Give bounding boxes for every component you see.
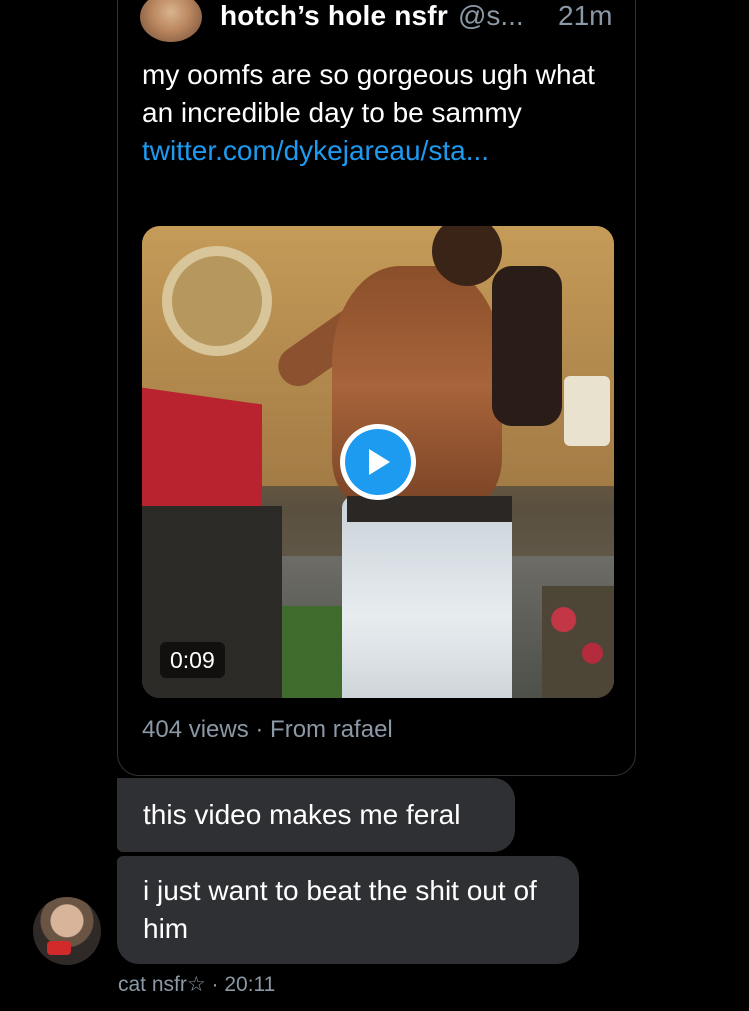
message-time: · 20:11: [211, 973, 276, 996]
play-icon: [369, 449, 390, 475]
tweet-author-name: hotch’s hole nsfr: [220, 0, 448, 31]
message-text: this video makes me feral: [143, 799, 461, 830]
sender-avatar[interactable]: [33, 897, 101, 965]
avatar-detail: [47, 941, 71, 955]
message-bubble[interactable]: i just want to beat the shit out of him: [117, 856, 579, 964]
tweet-link[interactable]: twitter.com/dykejareau/sta...: [142, 135, 489, 166]
video-scene-cushion: [142, 387, 262, 525]
video-scene-belt: [347, 496, 512, 522]
sender-name: cat nsfr☆: [118, 973, 206, 996]
tweet-author-handle: @s...: [457, 0, 524, 31]
sender-meta: cat nsfr☆ · 20:11: [118, 972, 275, 997]
tweet-timestamp: 21m: [558, 0, 613, 31]
video-scene-flowers: [542, 586, 614, 698]
video-scene-jeans: [342, 496, 512, 698]
video-scene-medallion: [162, 246, 272, 356]
tweet-body: my oomfs are so gorgeous ugh what an inc…: [142, 56, 602, 170]
video-play-button[interactable]: [340, 424, 416, 500]
tweet-text: my oomfs are so gorgeous ugh what an inc…: [142, 59, 595, 128]
video-scene-shirt: [492, 266, 562, 426]
video-scene-cup: [564, 376, 610, 446]
video-duration-badge: 0:09: [160, 642, 225, 678]
video-view-count: 404 views · From rafael: [142, 716, 393, 743]
message-text: i just want to beat the shit out of him: [143, 875, 537, 944]
tweet-header: hotch’s hole nsfr @s...: [220, 0, 524, 34]
message-bubble[interactable]: this video makes me feral: [117, 778, 515, 852]
